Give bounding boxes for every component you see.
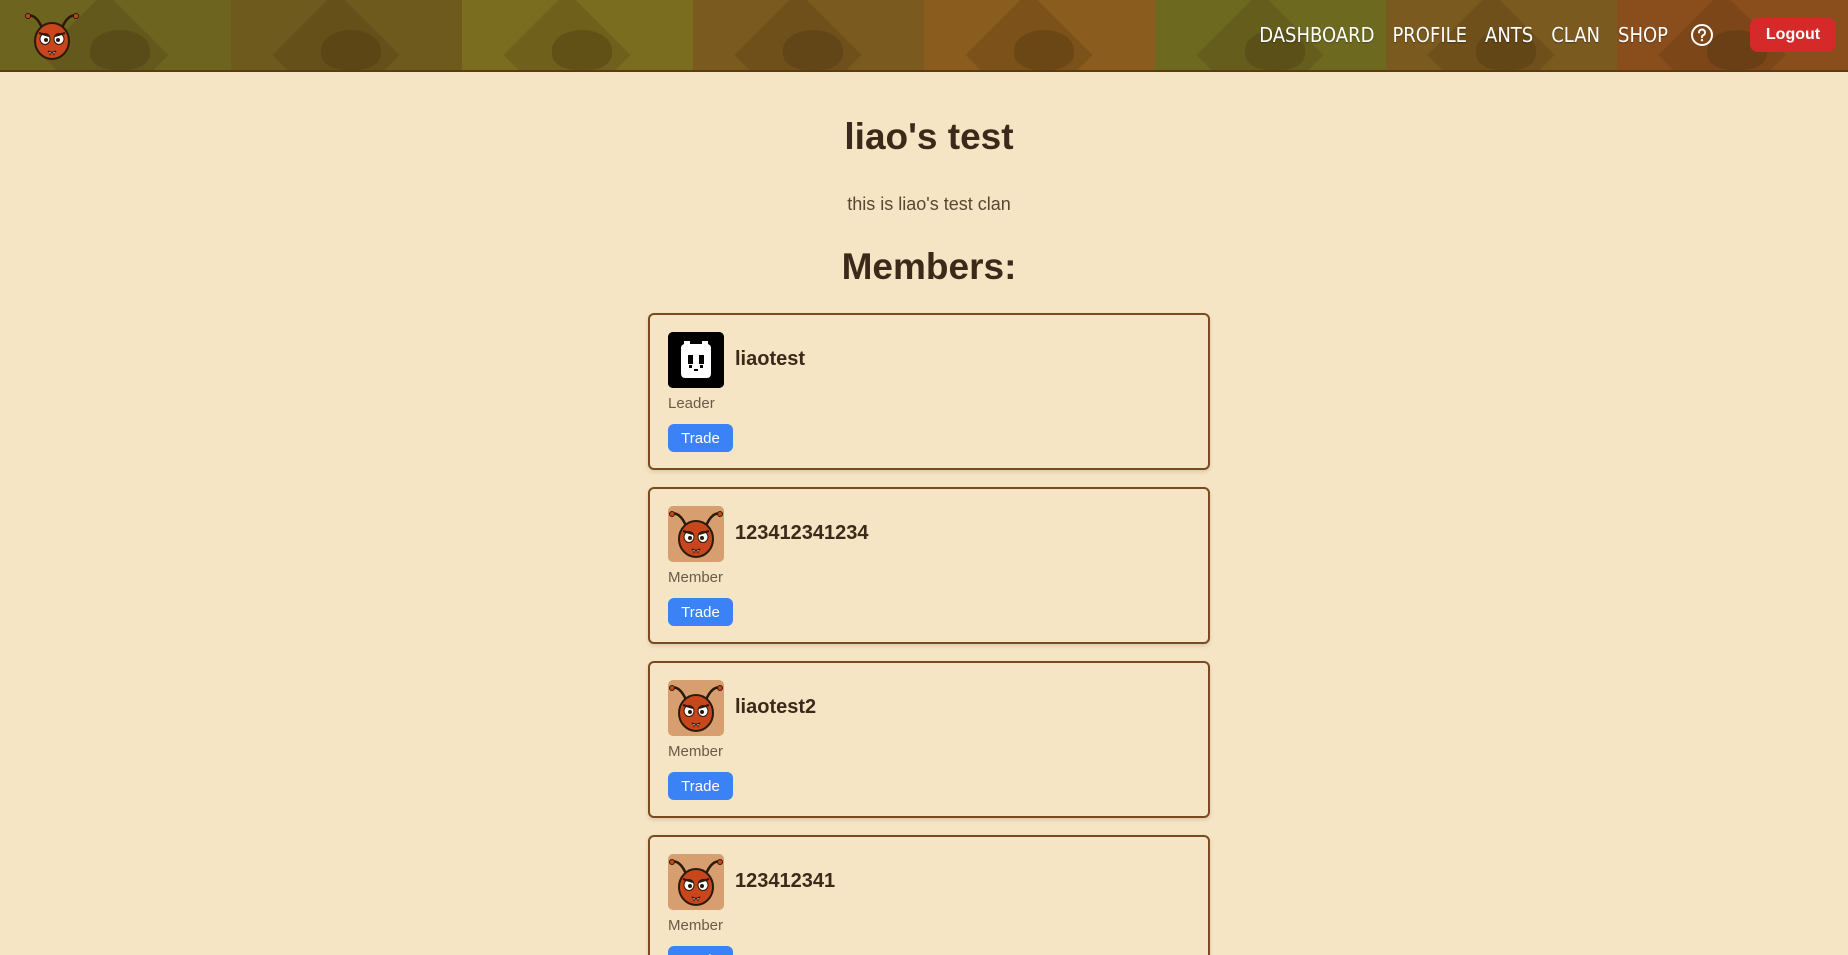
trade-button[interactable]: Trade: [668, 598, 733, 626]
nav-dashboard[interactable]: DASHBOARD: [1259, 23, 1374, 47]
member-role: Member: [668, 917, 724, 934]
ant-logo-icon[interactable]: [24, 6, 80, 66]
question-circle-icon[interactable]: [1690, 23, 1714, 47]
member-card: 123412341234 Member Trade: [648, 487, 1210, 644]
member-role: Member: [668, 743, 724, 760]
nav-clan[interactable]: CLAN: [1551, 23, 1600, 47]
member-name: 123412341234: [735, 522, 869, 544]
ant-avatar: [668, 680, 724, 736]
nav-ants[interactable]: ANTS: [1485, 23, 1533, 47]
main-nav: DASHBOARD PROFILE ANTS CLAN SHOP Logout: [1259, 0, 1848, 70]
trade-button[interactable]: Trade: [668, 946, 733, 955]
nav-shop[interactable]: SHOP: [1618, 23, 1668, 47]
member-name: liaotest: [735, 348, 806, 370]
clan-name: liao's test: [844, 116, 1014, 157]
clan-description: this is liao's test clan: [847, 194, 1011, 214]
top-navbar: DASHBOARD PROFILE ANTS CLAN SHOP Logout: [0, 0, 1848, 72]
nav-profile[interactable]: PROFILE: [1392, 23, 1467, 47]
trade-button[interactable]: Trade: [668, 772, 733, 800]
members-heading: Members:: [841, 246, 1017, 287]
member-card: 123412341 Member Trade: [648, 835, 1210, 955]
robot-avatar: [668, 332, 724, 388]
member-card: liaotest Leader Trade: [648, 313, 1210, 470]
ant-avatar: [668, 506, 724, 562]
member-role: Member: [668, 569, 724, 586]
member-card: liaotest2 Member Trade: [648, 661, 1210, 818]
trade-button[interactable]: Trade: [668, 424, 733, 452]
member-name: 123412341: [735, 870, 836, 892]
member-role: Leader: [668, 395, 715, 412]
ant-avatar: [668, 854, 724, 910]
logout-button[interactable]: Logout: [1750, 18, 1836, 52]
member-name: liaotest2: [735, 696, 817, 718]
